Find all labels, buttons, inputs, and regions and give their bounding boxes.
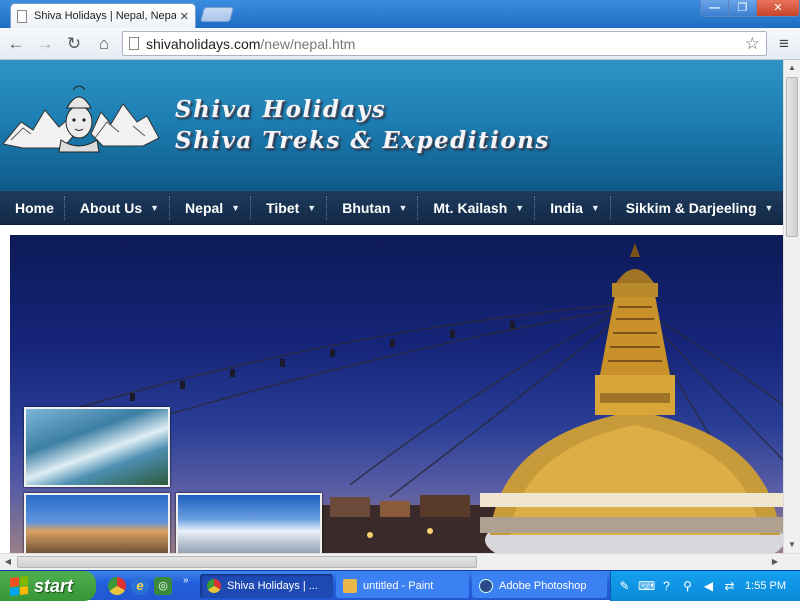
river-bridge-thumbnail[interactable]: [24, 407, 170, 487]
nav-item-home[interactable]: Home: [0, 196, 64, 220]
usb-icon[interactable]: ⚲: [680, 579, 695, 594]
dropdown-caret-icon: ▼: [398, 202, 408, 213]
dropdown-caret-icon: ▼: [590, 202, 600, 213]
dropdown-caret-icon: ▼: [764, 202, 774, 213]
taskbar-item-label: untitled - Paint: [363, 580, 434, 592]
trekker-mountains-thumbnail[interactable]: [176, 493, 322, 553]
tab-title: Shiva Holidays | Nepal, Nepa: [34, 10, 176, 22]
address-bar[interactable]: shivaholidays.com /new/nepal.htm ☆: [122, 31, 767, 56]
horizontal-scroll-thumb[interactable]: [17, 556, 477, 568]
taskbar-item-label: Shiva Holidays | ...: [227, 580, 318, 592]
browser-tab[interactable]: Shiva Holidays | Nepal, Nepa ✕: [10, 3, 196, 28]
back-arrow-circle-icon[interactable]: ◀: [701, 579, 716, 594]
vertical-scroll-thumb[interactable]: [786, 77, 798, 237]
nav-item-bhutan[interactable]: Bhutan ▼: [326, 195, 417, 220]
bookmark-star-icon[interactable]: ☆: [745, 34, 760, 54]
nav-item-label: Bhutan: [342, 199, 391, 216]
nav-item-label: About Us: [79, 199, 143, 216]
nav-item-nepal[interactable]: Nepal ▼: [169, 195, 250, 220]
minimize-button[interactable]: —: [700, 0, 729, 17]
shiva-logo: [3, 85, 160, 153]
app-quicklaunch-icon[interactable]: ◎: [154, 577, 172, 595]
start-label: start: [34, 575, 74, 596]
nav-item-label: Mt. Kailash: [433, 199, 508, 216]
site-header: Shiva Holidays Shiva Treks & Expeditions: [0, 60, 783, 191]
start-button[interactable]: start: [0, 571, 96, 601]
quicklaunch-more-icon[interactable]: »: [183, 575, 189, 586]
url-path: /new/nepal.htm: [260, 35, 356, 52]
windows-taskbar: start e ◎ » Shiva Holidays | ... untitle…: [0, 570, 800, 601]
site-title: Shiva Holidays Shiva Treks & Expeditions: [175, 94, 550, 156]
page-icon: [129, 37, 139, 50]
tab-close-icon[interactable]: ✕: [180, 10, 189, 23]
browser-toolbar: ← → ↻ ⌂ shivaholidays.com /new/nepal.htm…: [0, 28, 800, 60]
browser-titlebar: Shiva Holidays | Nepal, Nepa ✕ — ❐ ✕: [0, 0, 800, 28]
mountain-peak-thumbnail[interactable]: [24, 493, 170, 553]
nav-item-label: Home: [15, 199, 54, 216]
site-title-line2: Shiva Treks & Expeditions: [175, 127, 550, 154]
maximize-button[interactable]: ❐: [728, 0, 757, 17]
new-tab-button[interactable]: [199, 7, 235, 22]
nav-item-mt-kailash[interactable]: Mt. Kailash ▼: [417, 195, 534, 220]
home-icon[interactable]: ⌂: [92, 32, 116, 56]
nav-item-label: India: [550, 199, 583, 216]
nav-item-label: Sikkim & Darjeeling: [625, 199, 757, 216]
back-arrow-icon[interactable]: ←: [4, 32, 28, 56]
taskbar-item-label: Adobe Photoshop: [499, 580, 587, 592]
windows-logo-icon: [10, 576, 28, 596]
site-title-line1: Shiva Holidays: [175, 96, 387, 123]
vertical-scrollbar[interactable]: ▲ ▼: [783, 60, 800, 553]
taskbar-clock: 1:55 PM: [745, 580, 786, 592]
photoshop-icon: [479, 579, 493, 593]
nav-item-sikkim-darjeeling[interactable]: Sikkim & Darjeeling ▼: [609, 195, 783, 220]
reload-icon[interactable]: ↻: [62, 32, 86, 56]
close-window-button[interactable]: ✕: [756, 0, 800, 17]
url-host: shivaholidays.com: [146, 35, 261, 52]
horizontal-scrollbar[interactable]: ◀ ▶: [0, 553, 800, 570]
system-tray: ✎ ⌨ ? ⚲ ◀ ⇄ 1:55 PM: [610, 571, 800, 601]
scroll-up-icon[interactable]: ▲: [784, 60, 800, 76]
scroll-down-icon[interactable]: ▼: [784, 537, 800, 553]
hero-banner: [10, 235, 783, 553]
forward-arrow-icon[interactable]: →: [33, 32, 57, 56]
menu-icon[interactable]: ≡: [772, 32, 796, 56]
dropdown-caret-icon: ▼: [515, 202, 525, 213]
dropdown-caret-icon: ▼: [307, 202, 317, 213]
nav-item-label: Tibet: [266, 199, 300, 216]
scroll-left-icon[interactable]: ◀: [0, 554, 16, 570]
scroll-right-icon[interactable]: ▶: [767, 554, 783, 570]
pen-tool-icon[interactable]: ✎: [617, 579, 632, 594]
chrome-icon: [207, 579, 221, 593]
dropdown-caret-icon: ▼: [231, 202, 241, 213]
nav-item-about-us[interactable]: About Us ▼: [63, 195, 169, 220]
nav-item-tibet[interactable]: Tibet ▼: [250, 195, 326, 220]
internet-explorer-icon[interactable]: e: [131, 577, 149, 595]
chrome-quicklaunch-icon[interactable]: [108, 577, 126, 595]
page-icon: [17, 9, 27, 23]
taskbar-item-paint[interactable]: untitled - Paint: [336, 574, 469, 598]
main-navigation: Home About Us ▼ Nepal ▼ Tibet ▼ Bhutan ▼ Mt. Kail…: [0, 191, 783, 225]
keyboard-icon[interactable]: ⌨: [638, 579, 655, 594]
taskbar-item-photoshop[interactable]: Adobe Photoshop: [472, 574, 607, 598]
paint-icon: [343, 579, 357, 593]
help-icon[interactable]: ?: [659, 579, 674, 594]
nav-item-label: Nepal: [185, 199, 224, 216]
taskbar-item-browser[interactable]: Shiva Holidays | ...: [200, 574, 333, 598]
page-viewport: Shiva Holidays Shiva Treks & Expeditions…: [0, 60, 783, 553]
dropdown-caret-icon: ▼: [150, 202, 160, 213]
network-icon[interactable]: ⇄: [722, 579, 737, 594]
nav-item-india[interactable]: India ▼: [534, 195, 610, 220]
